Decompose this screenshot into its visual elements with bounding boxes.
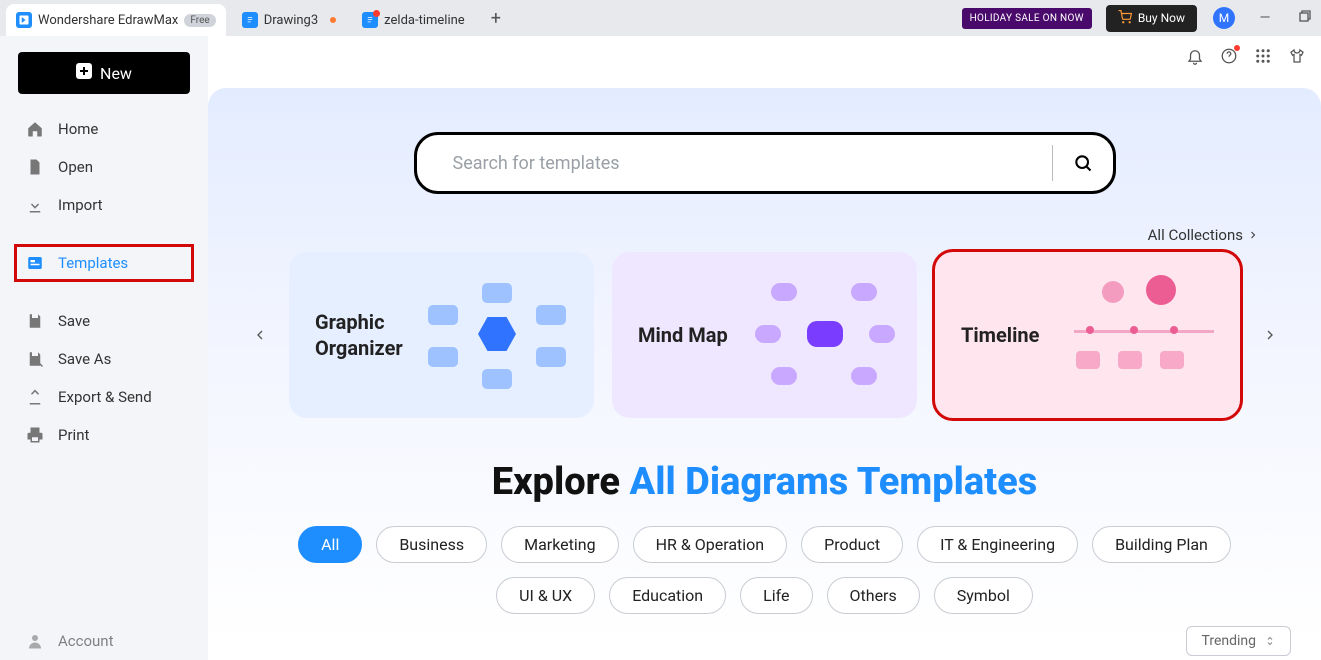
sidebar-label: Home [58, 120, 98, 138]
tab-label: zelda-timeline [384, 13, 465, 28]
sidebar-label: Import [58, 196, 103, 214]
category-pill-building-plan[interactable]: Building Plan [1092, 526, 1231, 563]
tshirt-icon[interactable] [1287, 46, 1307, 66]
main-area: All Collections Graphic Organizer Mind M… [208, 36, 1321, 660]
card-timeline[interactable]: Timeline [935, 252, 1240, 418]
holiday-banner[interactable]: HOLIDAY SALE ON NOW [962, 8, 1092, 29]
sidebar-label: Export & Send [58, 388, 152, 406]
sidebar-label: Save [58, 312, 90, 330]
app-tab[interactable]: Wondershare EdrawMax Free [6, 4, 226, 36]
plus-icon [76, 63, 92, 83]
category-pill-others[interactable]: Others [827, 577, 920, 614]
sidebar-item-export[interactable]: Export & Send [4, 378, 204, 416]
all-collections-link[interactable]: All Collections [248, 226, 1259, 244]
category-pill-business[interactable]: Business [376, 526, 487, 563]
print-icon [26, 426, 44, 444]
sidebar-item-import[interactable]: Import [4, 186, 204, 224]
category-pill-marketing[interactable]: Marketing [501, 526, 618, 563]
help-icon[interactable] [1219, 46, 1239, 66]
sidebar-item-print[interactable]: Print [4, 416, 204, 454]
sidebar-item-saveas[interactable]: Save As [4, 340, 204, 378]
card-label: Mind Map [638, 322, 728, 348]
category-pill-hr-operation[interactable]: HR & Operation [633, 526, 788, 563]
app-name: Wondershare EdrawMax [38, 13, 178, 28]
sidebar-item-home[interactable]: Home [4, 110, 204, 148]
card-label: Graphic Organizer [315, 309, 403, 361]
tab-label: Drawing3 [264, 13, 318, 28]
category-pill-ui-ux[interactable]: UI & UX [496, 577, 595, 614]
buy-label: Buy Now [1138, 11, 1185, 25]
search-bar [414, 132, 1116, 194]
home-icon [26, 120, 44, 138]
explore-prefix: Explore [492, 460, 630, 504]
category-pill-symbol[interactable]: Symbol [934, 577, 1033, 614]
trending-dropdown[interactable]: Trending [1186, 626, 1291, 656]
maximize-icon[interactable] [1295, 10, 1315, 26]
sidebar-item-open[interactable]: Open [4, 148, 204, 186]
sidebar-label: Save As [58, 350, 111, 368]
cart-icon [1118, 10, 1132, 27]
export-icon [26, 388, 44, 406]
explore-blue: All Diagrams Templates [630, 460, 1038, 504]
tab-zelda-timeline[interactable]: zelda-timeline [352, 4, 475, 36]
carousel-next[interactable] [1258, 323, 1281, 347]
title-bar: Wondershare EdrawMax Free Drawing3 zelda… [0, 0, 1321, 36]
saveas-icon [26, 350, 44, 368]
chevron-updown-icon [1264, 635, 1276, 647]
timeline-art-icon [1074, 275, 1214, 395]
app-logo-icon [16, 12, 32, 28]
category-pill-it-engineering[interactable]: IT & Engineering [917, 526, 1078, 563]
document-icon [362, 12, 378, 28]
new-tab-button[interactable]: + [491, 8, 501, 29]
import-icon [26, 196, 44, 214]
sidebar-label: Account [58, 632, 114, 650]
file-icon [26, 158, 44, 176]
category-pill-education[interactable]: Education [609, 577, 726, 614]
modified-dot-icon [330, 17, 336, 23]
sidebar-label: Print [58, 426, 89, 444]
card-mind-map[interactable]: Mind Map [612, 252, 917, 418]
template-carousel: Graphic Organizer Mind Map Timeline [248, 252, 1281, 418]
free-badge: Free [184, 14, 215, 27]
category-pill-product[interactable]: Product [801, 526, 903, 563]
search-button[interactable] [1053, 153, 1113, 173]
sidebar-item-templates[interactable]: Templates [4, 244, 204, 282]
sidebar: New Home Open Import Templates Save [0, 36, 208, 660]
card-label: Timeline [961, 322, 1039, 348]
new-label: New [100, 64, 132, 83]
document-icon [242, 12, 258, 28]
explore-heading: Explore All Diagrams Templates [248, 460, 1281, 504]
sidebar-item-save[interactable]: Save [4, 302, 204, 340]
tab-drawing3[interactable]: Drawing3 [232, 4, 346, 36]
category-pills: All Business Marketing HR & Operation Produc… [248, 526, 1281, 614]
save-icon [26, 312, 44, 330]
bell-icon[interactable] [1185, 46, 1205, 66]
chevron-right-icon [1247, 229, 1259, 241]
mind-map-art-icon [751, 275, 891, 395]
buy-now-button[interactable]: Buy Now [1106, 5, 1197, 32]
card-graphic-organizer[interactable]: Graphic Organizer [289, 252, 594, 418]
trending-label: Trending [1201, 633, 1256, 649]
new-button[interactable]: New [18, 52, 190, 94]
avatar[interactable]: M [1213, 7, 1235, 29]
sidebar-label: Open [58, 158, 93, 176]
all-collections-label: All Collections [1148, 226, 1243, 244]
top-toolbar [1185, 46, 1307, 66]
search-input[interactable] [417, 153, 1052, 174]
minimize-icon[interactable]: — [1255, 10, 1275, 26]
carousel-prev[interactable] [248, 323, 271, 347]
category-pill-life[interactable]: Life [740, 577, 812, 614]
templates-icon [26, 254, 44, 272]
sidebar-label: Templates [58, 254, 128, 272]
sidebar-item-account[interactable]: Account [4, 622, 204, 660]
graphic-organizer-art-icon [428, 275, 568, 395]
account-icon [26, 632, 44, 650]
apps-icon[interactable] [1253, 46, 1273, 66]
category-pill-all[interactable]: All [298, 526, 362, 563]
